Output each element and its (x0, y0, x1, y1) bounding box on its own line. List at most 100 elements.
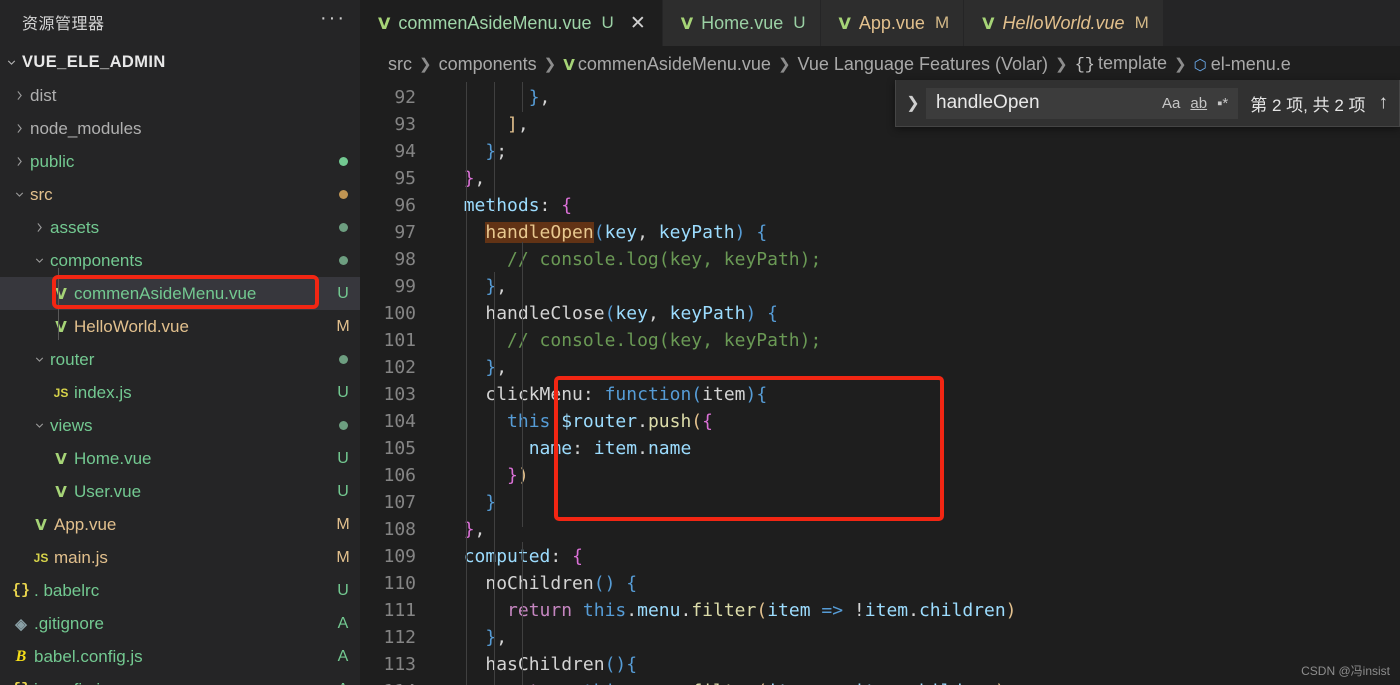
toggle-replace-icon[interactable]: ❯ (900, 93, 926, 113)
braces-file-icon: {} (8, 582, 34, 599)
breadcrumb-item-template[interactable]: {}template (1075, 53, 1167, 75)
tree-item-home-vue[interactable]: VHome.vueU (0, 442, 360, 475)
chevron-right-icon[interactable] (8, 122, 30, 135)
git-status-dot (326, 157, 360, 166)
explorer-more-actions-icon[interactable]: ··· (320, 13, 346, 31)
close-icon[interactable]: ✕ (628, 12, 648, 35)
code-line[interactable]: handleOpen(key, keyPath) { (432, 219, 1400, 246)
git-status-badge: A (326, 681, 360, 685)
tree-item-label: router (50, 350, 326, 370)
code-line[interactable]: noChildren() { (432, 570, 1400, 597)
editor-tab-app-vue[interactable]: VApp.vueM (821, 0, 965, 46)
tree-item-src[interactable]: src (0, 178, 360, 211)
vue-file-icon: V (28, 516, 54, 534)
tree-item-babel-config-js[interactable]: Bbabel.config.jsA (0, 640, 360, 673)
tree-item-label: HelloWorld.vue (74, 317, 326, 337)
chevron-down-icon[interactable] (28, 353, 50, 366)
code-line[interactable]: }; (432, 138, 1400, 165)
editor-tab-home-vue[interactable]: VHome.vueU (663, 0, 821, 46)
line-number: 99 (360, 273, 432, 300)
line-number: 96 (360, 192, 432, 219)
vue-file-icon: V (48, 318, 74, 336)
tree-item-index-js[interactable]: JSindex.jsU (0, 376, 360, 409)
file-tree: VUE_ELE_ADMIN distnode_modulespublicsrc a… (0, 44, 360, 685)
tree-item-commenasidemenu-vue[interactable]: VcommenAsideMenu.vueU (0, 277, 360, 310)
tree-item-assets[interactable]: assets (0, 211, 360, 244)
tree-item-helloworld-vue[interactable]: VHelloWorld.vueM (0, 310, 360, 343)
code-line[interactable]: computed: { (432, 543, 1400, 570)
find-input-wrap[interactable]: handleOpen Aa ab ▪* (926, 88, 1238, 119)
indent-guide (494, 272, 495, 685)
tab-label: HelloWorld.vue (1003, 13, 1125, 34)
tree-item-label: views (50, 416, 326, 436)
find-previous-icon[interactable]: ↑ (1376, 92, 1392, 114)
git-status-dot (326, 190, 360, 199)
git-status-badge: M (326, 516, 360, 534)
tree-item-babelrc[interactable]: {}. babelrcU (0, 574, 360, 607)
code-line[interactable]: return this.menu.filter(item => !item.ch… (432, 597, 1400, 624)
code-line[interactable]: }, (432, 516, 1400, 543)
chevron-down-icon[interactable] (0, 56, 22, 69)
find-input[interactable]: handleOpen (936, 92, 1162, 114)
tree-item-user-vue[interactable]: VUser.vueU (0, 475, 360, 508)
tree-item-gitignore[interactable]: ◈.gitignoreA (0, 607, 360, 640)
tree-item-public[interactable]: public (0, 145, 360, 178)
code-line[interactable]: }, (432, 624, 1400, 651)
line-number: 100 (360, 300, 432, 327)
code-line[interactable]: clickMenu: function(item){ (432, 381, 1400, 408)
tree-item-views[interactable]: views (0, 409, 360, 442)
tree-item-label: babel.config.js (34, 647, 326, 667)
breadcrumb-item-commenasidemenu-vue[interactable]: VcommenAsideMenu.vue (563, 54, 771, 75)
regex-icon[interactable]: ▪* (1217, 95, 1228, 112)
code-content[interactable]: }, ], }; }, methods: { handleOpen(key, k… (432, 82, 1400, 685)
tree-item-app-vue[interactable]: VApp.vueM (0, 508, 360, 541)
code-line[interactable]: return this.menu.filter(item => item.chi… (432, 678, 1400, 685)
code-line[interactable]: handleClose(key, keyPath) { (432, 300, 1400, 327)
breadcrumb-item-components[interactable]: components (439, 54, 537, 75)
tree-root-vue-ele-admin[interactable]: VUE_ELE_ADMIN (0, 46, 360, 79)
code-line[interactable]: name: item.name (432, 435, 1400, 462)
code-line[interactable]: // console.log(key, keyPath); (432, 246, 1400, 273)
whole-word-icon[interactable]: ab (1190, 95, 1207, 112)
find-widget[interactable]: ❯ handleOpen Aa ab ▪* 第 2 项, 共 2 项 ↑ (895, 80, 1400, 127)
tree-item-components[interactable]: components (0, 244, 360, 277)
code-line[interactable]: this.$router.push({ (432, 408, 1400, 435)
code-line[interactable]: } (432, 489, 1400, 516)
tree-item-label: assets (50, 218, 326, 238)
indent-guide (522, 82, 523, 112)
breadcrumb-item-src[interactable]: src (388, 54, 412, 75)
tree-item-main-js[interactable]: JSmain.jsM (0, 541, 360, 574)
tree-item-label: jsconfig.json (34, 680, 326, 685)
tree-item-node-modules[interactable]: node_modules (0, 112, 360, 145)
code-editor[interactable]: 9293949596979899100101102103104105106107… (360, 82, 1400, 685)
breadcrumb-separator: ❯ (1055, 55, 1068, 73)
code-line[interactable]: }, (432, 273, 1400, 300)
code-line[interactable]: hasChildren(){ (432, 651, 1400, 678)
tree-item-label: Home.vue (74, 449, 326, 469)
tree-item-dist[interactable]: dist (0, 79, 360, 112)
code-line[interactable]: }, (432, 165, 1400, 192)
chevron-down-icon[interactable] (28, 419, 50, 432)
tab-label: App.vue (859, 13, 925, 34)
code-line[interactable]: }, (432, 354, 1400, 381)
chevron-right-icon[interactable] (28, 221, 50, 234)
tree-item-router[interactable]: router (0, 343, 360, 376)
breadcrumb-item-vue-language-features-volar[interactable]: Vue Language Features (Volar) (798, 54, 1049, 75)
breadcrumb-item-el-menu-e[interactable]: ⬡el-menu.e (1194, 54, 1291, 75)
tree-item-jsconfig-json[interactable]: {}jsconfig.jsonA (0, 673, 360, 685)
chevron-right-icon[interactable] (8, 155, 30, 168)
code-line[interactable]: methods: { (432, 192, 1400, 219)
chevron-down-icon[interactable] (8, 188, 30, 201)
breadcrumb-label: el-menu.e (1211, 54, 1291, 74)
line-number: 107 (360, 489, 432, 516)
breadcrumb-separator: ❯ (1174, 55, 1187, 73)
vue-file-icon: V (839, 14, 851, 33)
code-line[interactable]: // console.log(key, keyPath); (432, 327, 1400, 354)
editor-tab-commenasidemenu-vue[interactable]: VcommenAsideMenu.vueU✕ (360, 0, 663, 46)
git-status-badge: A (326, 648, 360, 666)
editor-tab-helloworld-vue[interactable]: VHelloWorld.vueM (964, 0, 1164, 46)
chevron-down-icon[interactable] (28, 254, 50, 267)
chevron-right-icon[interactable] (8, 89, 30, 102)
code-line[interactable]: }) (432, 462, 1400, 489)
match-case-icon[interactable]: Aa (1162, 95, 1180, 112)
